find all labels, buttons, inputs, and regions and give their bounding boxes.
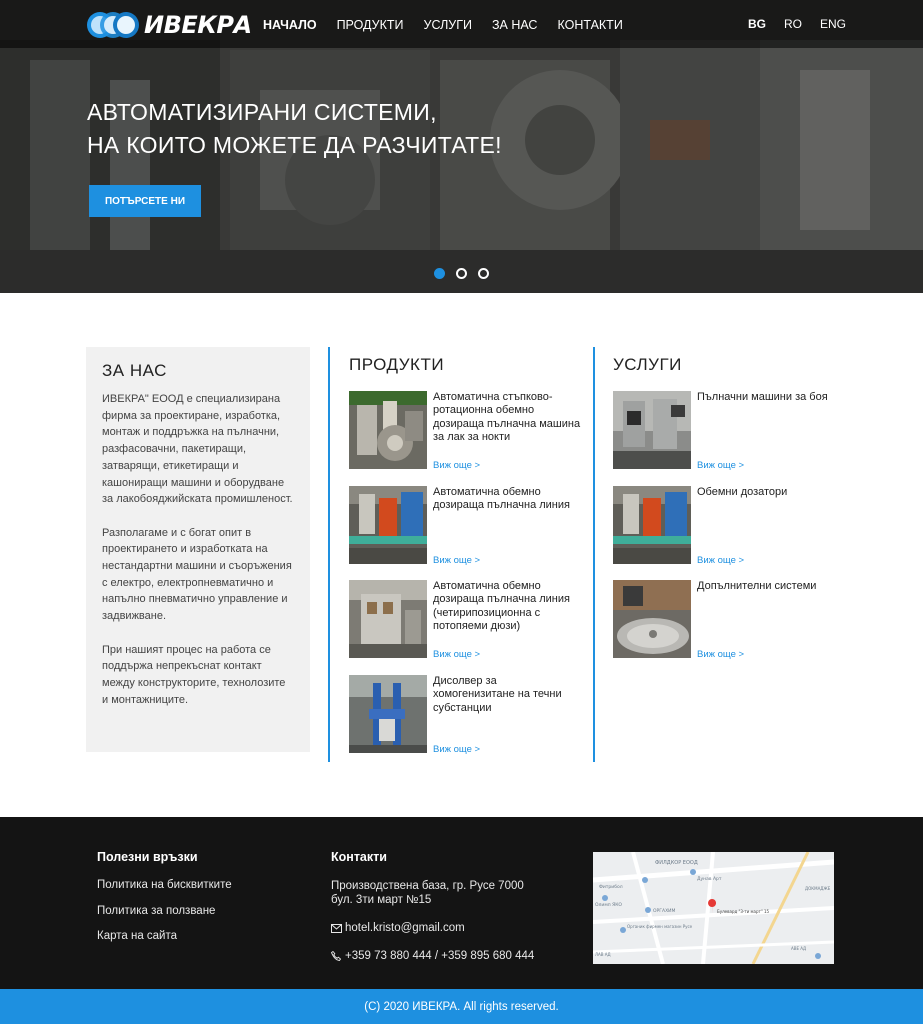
map-label-5: ОРГАХИМ	[653, 908, 676, 914]
divider-services	[593, 347, 595, 762]
product-more-link-2[interactable]: Виж още >	[433, 555, 480, 566]
language-switcher: BG RO ENG	[748, 17, 864, 31]
footer-email-row: hotel.kristo@gmail.com	[331, 921, 465, 935]
footer-phones[interactable]: +359 73 880 444 / +359 895 680 444	[345, 949, 534, 963]
product-more-link-3[interactable]: Виж още >	[433, 649, 480, 660]
products-title: ПРОДУКТИ	[349, 355, 445, 374]
product-item-3: Автоматична обемно дозираща пълначна лин…	[349, 580, 589, 660]
nav-products[interactable]: ПРОДУКТИ	[337, 18, 404, 32]
map-label-2: Фитрибол	[599, 884, 623, 890]
map-label-6: Органик фирмен магазин Русе	[627, 924, 693, 929]
footer: Полезни връзки Политика на бисквитките П…	[0, 817, 923, 989]
product-title-2[interactable]: Автоматична обемно дозираща пълначна лин…	[433, 486, 581, 513]
map-label-8: ДОКМАДЖЕ	[805, 886, 831, 891]
site-logo[interactable]: ИВЕКРА	[86, 10, 252, 40]
lang-eng[interactable]: ENG	[820, 17, 846, 31]
map-label-1: ФИЛДКОР ЕООД	[655, 860, 698, 866]
footer-email[interactable]: hotel.kristo@gmail.com	[345, 921, 465, 935]
about-paragraph-3: При нашият процес на работа се поддържа …	[102, 643, 286, 706]
four-position-line-photo-icon[interactable]	[349, 580, 427, 658]
dissolver-photo-icon[interactable]	[349, 675, 427, 753]
top-navbar: ИВЕКРА НАЧАЛО ПРОДУКТИ УСЛУГИ ЗА НАС КОН…	[0, 0, 923, 48]
volumetric-doser-photo-icon[interactable]	[613, 486, 691, 564]
about-title: ЗА НАС	[102, 361, 167, 380]
footer-link-terms[interactable]: Политика за ползване	[97, 905, 215, 917]
about-paragraph-1: ИВЕКРА" ЕООД е специализирана фирма за п…	[102, 393, 293, 506]
products-section: ПРОДУКТИ Автоматична стъпково-ротационна…	[349, 355, 589, 765]
footer-links-title: Полезни връзки	[97, 850, 198, 864]
about-section: ЗА НАС ИВЕКРА" ЕООД е специализирана фир…	[86, 347, 310, 752]
service-more-link-2[interactable]: Виж още >	[697, 555, 744, 566]
envelope-icon	[331, 923, 342, 933]
lang-ro[interactable]: RO	[784, 17, 802, 31]
product-title-4[interactable]: Дисолвер за хомогенизитане на течни субс…	[433, 675, 581, 715]
map-label-4: Олимп ЯКО	[595, 902, 622, 908]
service-item-1: Пълначни машини за боя Виж още >	[613, 391, 853, 471]
nav-services[interactable]: УСЛУГИ	[424, 18, 472, 32]
footer-address-line-1: Производствена база, гр. Русе 7000	[331, 880, 524, 892]
paint-filler-photo-icon[interactable]	[613, 391, 691, 469]
hero-slider: ИВЕКРА НАЧАЛО ПРОДУКТИ УСЛУГИ ЗА НАС КОН…	[0, 0, 923, 293]
product-more-link-4[interactable]: Виж още >	[433, 744, 480, 755]
nav-contacts[interactable]: КОНТАКТИ	[557, 18, 622, 32]
about-paragraph-2: Разполагаме и с богат опит в проектиране…	[102, 526, 292, 623]
logo-text: ИВЕКРА	[144, 11, 252, 39]
footer-address-line-2: бул. 3ти март №15	[331, 894, 432, 906]
service-title-1[interactable]: Пълначни машини за боя	[697, 391, 845, 404]
slider-dot-3[interactable]	[478, 268, 489, 279]
phone-icon	[331, 951, 341, 961]
service-title-3[interactable]: Допълнителни системи	[697, 580, 845, 593]
copyright-bar: (C) 2020 ИВЕКРА. All rights reserved.	[0, 989, 923, 1024]
map-label-9: АВЕ АД	[791, 946, 806, 951]
hero-title-line-1: АВТОМАТИЗИРАНИ СИСТЕМИ,	[87, 99, 437, 125]
product-item-2: Автоматична обемно дозираща пълначна лин…	[349, 486, 589, 566]
contact-us-button[interactable]: ПОТЪРСЕТЕ НИ	[89, 185, 201, 217]
map-label-7: Булевард "3-ти март" 15	[717, 909, 770, 914]
service-title-2[interactable]: Обемни дозатори	[697, 486, 845, 499]
services-section: УСЛУГИ Пълначни машини за боя Виж още > …	[613, 355, 853, 765]
footer-contacts-title: Контакти	[331, 850, 387, 864]
filling-line-photo-icon[interactable]	[349, 486, 427, 564]
hero-title: АВТОМАТИЗИРАНИ СИСТЕМИ, НА КОИТО МОЖЕТЕ …	[87, 96, 502, 162]
additional-systems-photo-icon[interactable]	[613, 580, 691, 658]
filling-machine-photo-icon[interactable]	[349, 391, 427, 469]
nav-about[interactable]: ЗА НАС	[492, 18, 537, 32]
slider-dot-1[interactable]	[434, 268, 445, 279]
slider-dot-2[interactable]	[456, 268, 467, 279]
nav-home[interactable]: НАЧАЛО	[263, 18, 317, 32]
footer-phone-row: +359 73 880 444 / +359 895 680 444	[331, 949, 534, 963]
product-title-1[interactable]: Автоматична стъпково-ротационна обемно д…	[433, 391, 581, 445]
product-title-3[interactable]: Автоматична обемно дозираща пълначна лин…	[433, 580, 581, 634]
service-item-2: Обемни дозатори Виж още >	[613, 486, 853, 566]
service-item-3: Допълнителни системи Виж още >	[613, 580, 853, 660]
slider-dots	[434, 268, 500, 279]
logo-circles-icon	[87, 12, 139, 38]
divider-products	[328, 347, 330, 762]
map-label-10: ЛАВ АД	[595, 952, 611, 957]
map-label-3: Дунав Арт	[697, 876, 722, 882]
main-nav: НАЧАЛО ПРОДУКТИ УСЛУГИ ЗА НАС КОНТАКТИ	[263, 18, 643, 32]
service-more-link-3[interactable]: Виж още >	[697, 649, 744, 660]
map-graphic: ФИЛДКОР ЕООД Фитрибол Дунав Арт Олимп ЯК…	[593, 852, 834, 964]
product-item-4: Дисолвер за хомогенизитане на течни субс…	[349, 675, 589, 755]
footer-link-cookies[interactable]: Политика на бисквитките	[97, 879, 232, 891]
product-more-link-1[interactable]: Виж още >	[433, 460, 480, 471]
hero-title-line-2: НА КОИТО МОЖЕТЕ ДА РАЗЧИТАТЕ!	[87, 132, 502, 158]
service-more-link-1[interactable]: Виж още >	[697, 460, 744, 471]
location-map[interactable]: ФИЛДКОР ЕООД Фитрибол Дунав Арт Олимп ЯК…	[593, 852, 834, 964]
footer-link-sitemap[interactable]: Карта на сайта	[97, 930, 177, 942]
services-title: УСЛУГИ	[613, 355, 682, 374]
product-item-1: Автоматична стъпково-ротационна обемно д…	[349, 391, 589, 471]
lang-bg[interactable]: BG	[748, 17, 766, 31]
